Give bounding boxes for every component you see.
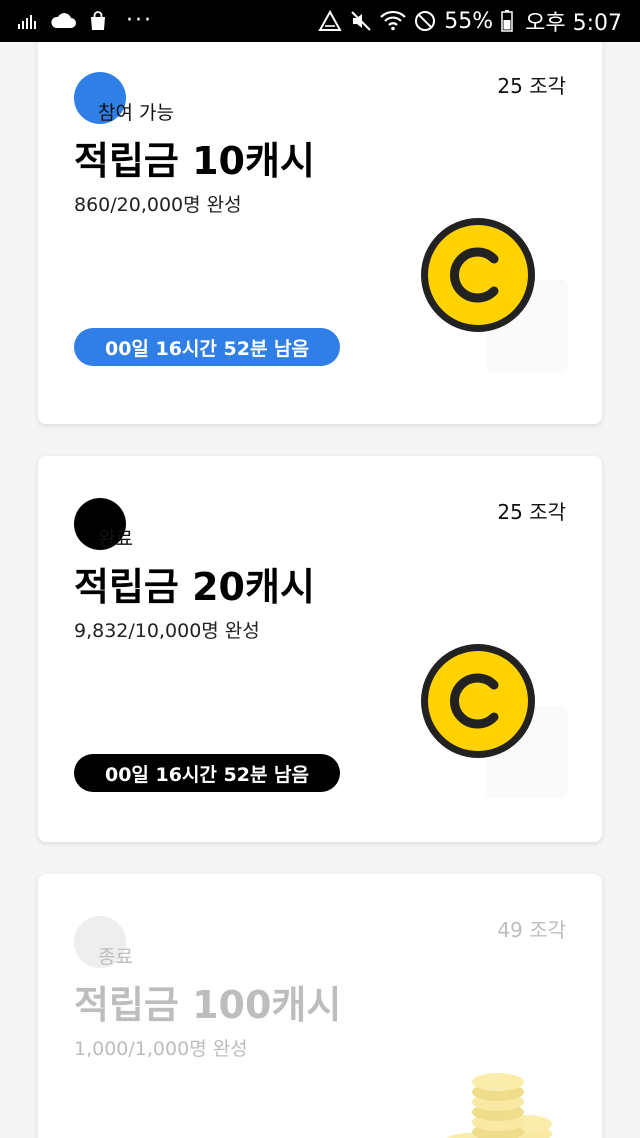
- shopping-bag-icon: [88, 11, 108, 31]
- status-bar-right: 55% 오후 5:07: [318, 0, 622, 42]
- battery-icon: [501, 10, 513, 32]
- event-card-10-cash[interactable]: 참여 가능 25 조각 적립금 10캐시 860/20,000명 완성 00일 …: [38, 42, 602, 424]
- gold-coins-stack-icon: [430, 1054, 570, 1138]
- status-badge-label: 종료: [98, 946, 133, 968]
- pieces-count: 49 조각: [497, 918, 566, 942]
- mute-icon: [350, 10, 372, 32]
- completion-progress: 860/20,000명 완성: [74, 194, 242, 216]
- event-card-20-cash[interactable]: 완료 25 조각 적립금 20캐시 9,832/10,000명 완성 00일 1…: [38, 456, 602, 842]
- cloud-icon: [50, 13, 76, 29]
- completion-progress: 9,832/10,000명 완성: [74, 620, 260, 642]
- pieces-count: 25 조각: [497, 74, 566, 98]
- event-card-100-cash[interactable]: 종료 49 조각 적립금 100캐시 1,000/1,000명 완성: [38, 874, 602, 1138]
- signal-bars-icon: [18, 13, 38, 29]
- battery-percent: 55%: [444, 8, 494, 34]
- more-notifications-indicator: ···: [126, 8, 153, 33]
- wifi-icon: [380, 11, 406, 31]
- time-remaining-pill: 00일 16시간 52분 남음: [74, 754, 340, 792]
- clock-time: 오후 5:07: [525, 11, 622, 36]
- status-bar-left: ···: [18, 0, 153, 42]
- status-bar: ··· 55% 오후 5:07: [0, 0, 640, 42]
- event-title: 적립금 100캐시: [74, 983, 342, 1027]
- event-title: 적립금 20캐시: [74, 565, 315, 609]
- status-badge-label: 완료: [98, 528, 133, 550]
- pieces-count: 25 조각: [497, 500, 566, 524]
- do-not-disturb-icon: [414, 10, 436, 32]
- cash-coin-icon: [418, 641, 538, 761]
- data-saver-icon: [318, 10, 342, 32]
- cash-coin-icon: [418, 215, 538, 335]
- status-badge-label: 참여 가능: [98, 102, 174, 124]
- event-title: 적립금 10캐시: [74, 139, 315, 183]
- time-remaining-pill: 00일 16시간 52분 남음: [74, 328, 340, 366]
- completion-progress: 1,000/1,000명 완성: [74, 1038, 248, 1060]
- collection-event-list[interactable]: 참여 가능 25 조각 적립금 10캐시 860/20,000명 완성 00일 …: [0, 42, 640, 1138]
